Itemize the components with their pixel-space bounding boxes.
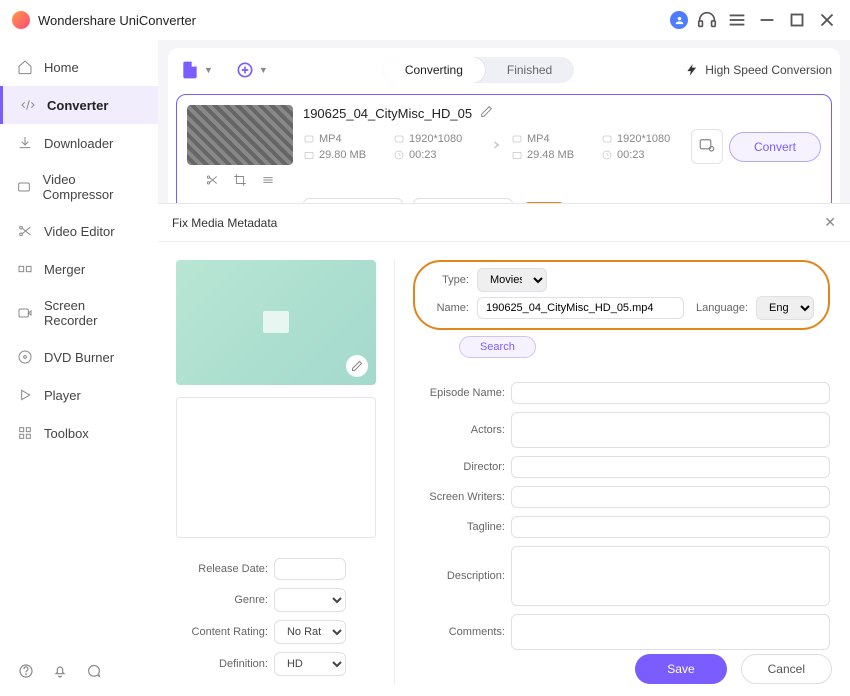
minimize-icon[interactable] <box>756 9 778 31</box>
user-icon[interactable] <box>670 11 688 29</box>
sidebar-item-label: Downloader <box>44 136 113 151</box>
sidebar-item-label: Screen Recorder <box>44 298 142 328</box>
crop-icon[interactable] <box>233 173 247 190</box>
app-logo <box>12 11 30 29</box>
grid-icon <box>16 424 34 442</box>
sidebar-footer <box>0 649 158 696</box>
search-group: Type: Movies Name: Language: English <box>413 260 830 330</box>
disc-icon <box>16 348 34 366</box>
sidebar-item-label: Toolbox <box>44 426 89 441</box>
sidebar-item-label: Home <box>44 60 79 75</box>
sidebar-item-label: Merger <box>44 262 85 277</box>
writers-input[interactable] <box>511 486 830 508</box>
description-input[interactable] <box>511 546 830 606</box>
sidebar-item-player[interactable]: Player <box>0 376 158 414</box>
merge-icon <box>16 260 34 278</box>
add-file-button[interactable]: ▼ <box>176 56 217 84</box>
modal-title: Fix Media Metadata <box>172 216 277 230</box>
chevron-down-icon: ▼ <box>204 65 213 75</box>
play-icon <box>16 386 34 404</box>
sidebar-item-converter[interactable]: Converter <box>0 86 158 124</box>
arrow-icon <box>483 134 505 159</box>
compressor-icon <box>16 178 33 196</box>
home-icon <box>16 58 34 76</box>
titlebar: Wondershare UniConverter <box>0 0 850 40</box>
main-area: ▼ ▼ Converting Finished High Speed Conve… <box>158 40 850 696</box>
tab-converting[interactable]: Converting <box>383 57 485 83</box>
sidebar-item-editor[interactable]: Video Editor <box>0 212 158 250</box>
sidebar-item-compressor[interactable]: Video Compressor <box>0 162 158 212</box>
sidebar-item-recorder[interactable]: Screen Recorder <box>0 288 158 338</box>
tab-finished[interactable]: Finished <box>485 57 574 83</box>
metadata-modal: Fix Media Metadata ✕ Release Date: Genre… <box>158 203 850 696</box>
name-input[interactable] <box>477 297 684 319</box>
edit-title-icon[interactable] <box>480 105 493 121</box>
effect-icon[interactable] <box>261 173 275 190</box>
actors-input[interactable] <box>511 412 830 448</box>
file-title: 190625_04_CityMisc_HD_05 <box>303 106 472 121</box>
sidebar-item-dvd[interactable]: DVD Burner <box>0 338 158 376</box>
tagline-input[interactable] <box>511 516 830 538</box>
chevron-down-icon: ▼ <box>259 65 268 75</box>
genre-select[interactable] <box>274 588 346 612</box>
feedback-icon[interactable] <box>86 663 102 682</box>
sidebar-item-label: DVD Burner <box>44 350 114 365</box>
sidebar-item-toolbox[interactable]: Toolbox <box>0 414 158 452</box>
output-settings-icon[interactable] <box>691 129 723 164</box>
save-button[interactable]: Save <box>635 654 726 684</box>
cancel-button[interactable]: Cancel <box>741 654 832 684</box>
image-placeholder-icon <box>263 311 289 333</box>
download-icon <box>16 134 34 152</box>
rating-select[interactable]: No Rating <box>274 620 346 644</box>
scissors-icon <box>16 222 34 240</box>
episode-input[interactable] <box>511 382 830 404</box>
preview-thumbnail <box>176 260 376 385</box>
help-icon[interactable] <box>18 663 34 682</box>
release-date-input[interactable] <box>274 558 346 580</box>
high-speed-toggle[interactable]: High Speed Conversion <box>685 63 832 77</box>
status-tabs: Converting Finished <box>383 57 574 83</box>
definition-select[interactable]: HD <box>274 652 346 676</box>
language-select[interactable]: English <box>756 296 814 320</box>
menu-icon[interactable] <box>726 9 748 31</box>
add-url-button[interactable]: ▼ <box>231 56 272 84</box>
sidebar: Home Converter Downloader Video Compress… <box>0 40 158 696</box>
bell-icon[interactable] <box>52 663 68 682</box>
headset-icon[interactable] <box>696 9 718 31</box>
poster-placeholder[interactable] <box>176 397 376 538</box>
sidebar-item-label: Player <box>44 388 81 403</box>
converter-icon <box>19 96 37 114</box>
close-icon[interactable] <box>816 9 838 31</box>
sidebar-item-downloader[interactable]: Downloader <box>0 124 158 162</box>
search-button[interactable]: Search <box>459 336 536 358</box>
sidebar-item-label: Video Editor <box>44 224 115 239</box>
comments-input[interactable] <box>511 614 830 650</box>
type-select[interactable]: Movies <box>477 268 547 292</box>
modal-close-icon[interactable]: ✕ <box>824 214 836 231</box>
app-title: Wondershare UniConverter <box>38 13 196 28</box>
edit-thumbnail-icon[interactable] <box>346 355 368 377</box>
sidebar-item-label: Video Compressor <box>43 172 142 202</box>
director-input[interactable] <box>511 456 830 478</box>
convert-button[interactable]: Convert <box>729 132 821 162</box>
sidebar-item-home[interactable]: Home <box>0 48 158 86</box>
maximize-icon[interactable] <box>786 9 808 31</box>
sidebar-item-merger[interactable]: Merger <box>0 250 158 288</box>
trim-icon[interactable] <box>205 173 219 190</box>
record-icon <box>16 304 34 322</box>
sidebar-item-label: Converter <box>47 98 108 113</box>
video-thumbnail[interactable] <box>187 105 293 165</box>
